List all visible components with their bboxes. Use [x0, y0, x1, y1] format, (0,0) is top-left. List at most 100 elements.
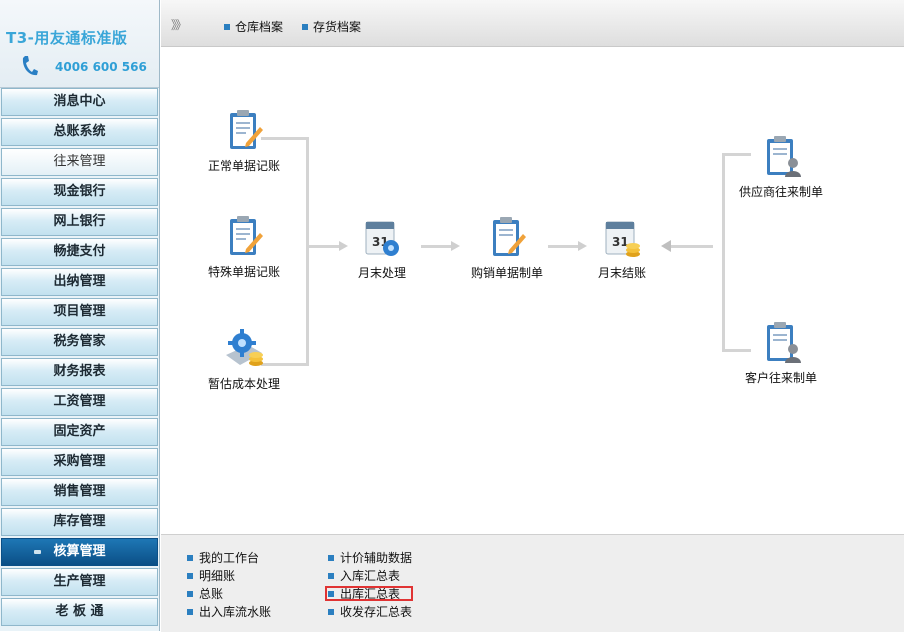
bullet-icon: [187, 572, 193, 579]
module-nav: 消息中心 总账系统 往来管理 现金银行 网上银行 畅捷支付 出纳管理 项目管理 …: [0, 88, 159, 628]
nav-item-label: 工资管理: [53, 394, 106, 409]
arrow-right-icon: [451, 241, 460, 251]
nav-item-general-ledger[interactable]: 总账系统: [1, 118, 158, 146]
nav-item-online-bank[interactable]: 网上银行: [1, 208, 158, 236]
nav-item-label: 核算管理: [53, 544, 106, 559]
clipboard-person-icon: [767, 322, 801, 363]
node-label: 客户往来制单: [745, 371, 818, 385]
nav-item-label: 总账系统: [53, 124, 106, 139]
gear-coins-icon: [226, 329, 263, 366]
purchase-sales-voucher-node[interactable]: 购销单据制单: [471, 214, 543, 281]
month-end-process-node[interactable]: 31 月末处理: [358, 214, 406, 281]
warehouse-archive-link[interactable]: 仓库档案: [224, 18, 283, 35]
link-outbound-summary[interactable]: 出库汇总表: [328, 585, 400, 602]
bullet-icon: [302, 23, 308, 30]
nav-item-production[interactable]: 生产管理: [1, 568, 158, 596]
svg-text:31: 31: [612, 235, 629, 249]
active-bullet-icon: [34, 550, 41, 554]
nav-item-label: 出纳管理: [53, 274, 106, 289]
node-label: 特殊单据记账: [208, 265, 281, 279]
node-label: 月末处理: [358, 266, 407, 280]
nav-item-label: 消息中心: [53, 94, 106, 109]
brand-banner: T3-用友通标准版 4006 600 566: [0, 0, 159, 88]
connector-line: [309, 245, 339, 248]
top-toolbar: 》》 仓库档案 存货档案: [161, 0, 904, 47]
bullet-icon: [328, 590, 334, 597]
flow-diagram: 正常单据记账 特殊单据记账 暂估成本处理 31 月末处理 购销单据制单 31 月…: [161, 47, 904, 534]
nav-item-fixed-assets[interactable]: 固定资产: [1, 418, 158, 446]
calendar-gear-icon: 31: [365, 221, 399, 256]
bullet-icon: [328, 608, 334, 615]
estimated-cost-node[interactable]: 暂估成本处理: [208, 325, 280, 392]
nav-item-message-center[interactable]: 消息中心: [1, 88, 158, 116]
node-label: 购销单据制单: [471, 266, 544, 280]
nav-item-inventory[interactable]: 库存管理: [1, 508, 158, 536]
node-label: 正常单据记账: [208, 159, 281, 173]
nav-item-tax[interactable]: 税务管家: [1, 328, 158, 356]
nav-item-label: 老 板 通: [55, 604, 104, 619]
customer-voucher-node[interactable]: 客户往来制单: [745, 319, 817, 386]
connector-line: [548, 245, 578, 248]
nav-item-quick-pay[interactable]: 畅捷支付: [1, 238, 158, 266]
nav-item-sales[interactable]: 销售管理: [1, 478, 158, 506]
clipboard-person-icon: [767, 136, 801, 177]
node-label: 月末结账: [598, 266, 647, 280]
nav-item-boss-pass[interactable]: 老 板 通: [1, 598, 158, 626]
bullet-icon: [187, 590, 193, 597]
nav-item-purchasing[interactable]: 采购管理: [1, 448, 158, 476]
clipboard-pen-icon: [230, 110, 263, 149]
nav-item-projects[interactable]: 项目管理: [1, 298, 158, 326]
link-inbound-summary[interactable]: 入库汇总表: [328, 567, 400, 584]
arrow-right-icon: [578, 241, 587, 251]
clipboard-pen-icon: [493, 217, 526, 256]
link-general-ledger[interactable]: 总账: [187, 585, 223, 602]
bullet-icon: [328, 554, 334, 561]
quick-links-panel: [161, 534, 904, 632]
phone-icon: [22, 56, 38, 76]
clipboard-pen-icon: [230, 216, 263, 255]
link-detail-ledger[interactable]: 明细账: [187, 567, 235, 584]
nav-item-cashier[interactable]: 出纳管理: [1, 268, 158, 296]
nav-item-financial-reports[interactable]: 财务报表: [1, 358, 158, 386]
arrow-left-icon: [661, 240, 671, 252]
bullet-icon: [328, 572, 334, 579]
nav-item-label: 往来管理: [53, 154, 106, 169]
node-label: 暂估成本处理: [208, 377, 281, 391]
nav-item-cash-bank[interactable]: 现金银行: [1, 178, 158, 206]
connector-line: [671, 245, 713, 248]
nav-item-label: 库存管理: [53, 514, 106, 529]
brand-phone-number: 4006 600 566: [55, 60, 147, 74]
link-pricing-aux-data[interactable]: 计价辅助数据: [328, 549, 412, 566]
nav-item-label: 销售管理: [53, 484, 106, 499]
nav-item-label: 采购管理: [53, 454, 106, 469]
collapse-arrows-icon[interactable]: 》》: [171, 16, 187, 33]
nav-item-label: 税务管家: [53, 334, 106, 349]
brand-title: T3-用友通标准版: [6, 29, 128, 47]
special-posting-node[interactable]: 特殊单据记账: [208, 213, 280, 280]
nav-item-label: 项目管理: [53, 304, 106, 319]
supplier-voucher-node[interactable]: 供应商往来制单: [739, 133, 823, 200]
nav-item-label: 网上银行: [53, 214, 106, 229]
nav-item-label: 生产管理: [53, 574, 106, 589]
normal-posting-node[interactable]: 正常单据记账: [208, 107, 280, 174]
arrow-right-icon: [339, 241, 348, 251]
month-close-node[interactable]: 31 月末结账: [598, 214, 646, 281]
sidebar: T3-用友通标准版 4006 600 566 消息中心 总账系统 往来管理 现金…: [0, 0, 160, 631]
nav-item-label: 财务报表: [53, 364, 106, 379]
bullet-icon: [224, 23, 230, 30]
link-my-workbench[interactable]: 我的工作台: [187, 549, 259, 566]
calendar-coins-icon: 31: [605, 221, 640, 257]
connector-line: [421, 245, 451, 248]
link-inout-journal[interactable]: 出入库流水账: [187, 603, 271, 620]
nav-item-payroll[interactable]: 工资管理: [1, 388, 158, 416]
nav-item-costing[interactable]: 核算管理: [1, 538, 158, 566]
nav-item-label: 现金银行: [53, 184, 106, 199]
inventory-archive-link[interactable]: 存货档案: [302, 18, 361, 35]
link-inout-stock-summary[interactable]: 收发存汇总表: [328, 603, 412, 620]
nav-item-label: 畅捷支付: [53, 244, 106, 259]
nav-item-label: 固定资产: [53, 424, 106, 439]
bullet-icon: [187, 554, 193, 561]
node-label: 供应商往来制单: [739, 185, 824, 199]
bullet-icon: [187, 608, 193, 615]
nav-item-receivables-payables[interactable]: 往来管理: [1, 148, 158, 176]
